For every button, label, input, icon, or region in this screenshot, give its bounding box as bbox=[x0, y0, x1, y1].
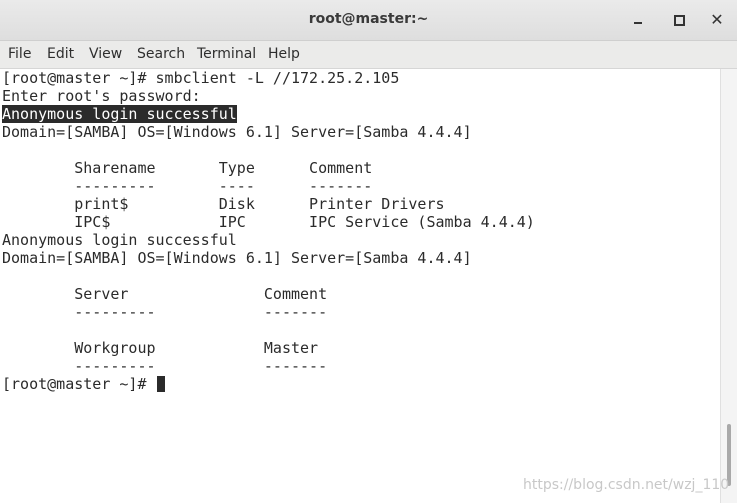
vertical-scrollbar[interactable] bbox=[720, 69, 737, 503]
minimize-button[interactable] bbox=[627, 9, 649, 31]
menu-search[interactable]: Search bbox=[137, 46, 185, 62]
terminal-line: --------- ------- bbox=[2, 303, 328, 321]
shell-prompt: [root@master ~]# bbox=[2, 375, 156, 393]
terminal-line: --------- ------- bbox=[2, 357, 328, 375]
terminal-line: Enter root's password: bbox=[2, 87, 201, 105]
terminal-line: IPC$ IPC IPC Service (Samba 4.4.4) bbox=[2, 213, 535, 231]
menu-file[interactable]: File bbox=[8, 46, 31, 62]
terminal-line: [root@master ~]# smbclient -L //172.25.2… bbox=[2, 69, 400, 87]
close-icon: ✕ bbox=[710, 10, 724, 29]
terminal-output[interactable]: [root@master ~]# smbclient -L //172.25.2… bbox=[0, 69, 720, 503]
menu-bar: File Edit View Search Terminal Help bbox=[0, 41, 737, 69]
menu-edit[interactable]: Edit bbox=[47, 46, 74, 62]
terminal-line: Sharename Type Comment bbox=[2, 159, 373, 177]
menu-terminal[interactable]: Terminal bbox=[197, 46, 256, 62]
watermark-text: https://blog.csdn.net/wzj_110 bbox=[523, 477, 730, 493]
close-button[interactable]: ✕ bbox=[706, 9, 728, 31]
terminal-line: Domain=[SAMBA] OS=[Windows 6.1] Server=[… bbox=[2, 249, 472, 267]
terminal-line: Server Comment bbox=[2, 285, 328, 303]
maximize-icon bbox=[673, 14, 685, 26]
title-bar[interactable]: root@master:~ ✕ bbox=[0, 0, 737, 41]
terminal-line: Workgroup Master bbox=[2, 339, 319, 357]
minimize-icon bbox=[634, 22, 642, 24]
text-cursor bbox=[156, 376, 165, 392]
terminal-prompt-line: [root@master ~]# bbox=[2, 375, 165, 393]
terminal-line-selected: Anonymous login successful bbox=[2, 105, 237, 123]
terminal-line: --------- ---- ------- bbox=[2, 177, 373, 195]
terminal-line: Domain=[SAMBA] OS=[Windows 6.1] Server=[… bbox=[2, 123, 472, 141]
maximize-button[interactable] bbox=[668, 9, 690, 31]
selected-text: Anonymous login successful bbox=[2, 105, 237, 123]
terminal-window: root@master:~ ✕ File Edit View Search Te… bbox=[0, 0, 737, 503]
menu-view[interactable]: View bbox=[89, 46, 122, 62]
terminal-line: print$ Disk Printer Drivers bbox=[2, 195, 445, 213]
menu-help[interactable]: Help bbox=[268, 46, 300, 62]
terminal-line: Anonymous login successful bbox=[2, 231, 237, 249]
